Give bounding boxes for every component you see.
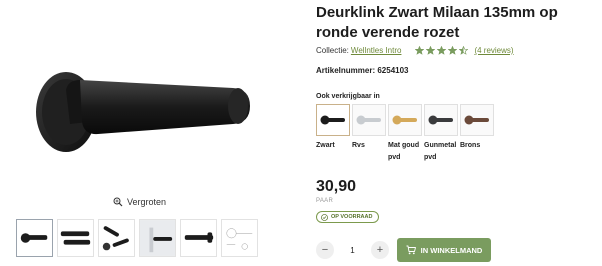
collection-link[interactable]: Wellntles Intro: [351, 46, 402, 55]
variant-gunmetal-pvd[interactable]: Gunmetal pvd: [424, 104, 458, 164]
collection-label: Collectie:: [316, 46, 349, 55]
add-to-cart-label: IN WINKELMAND: [420, 245, 483, 255]
thumbnail-5[interactable]: [180, 219, 217, 257]
handle-icon: [392, 115, 417, 125]
handle-icon: [320, 115, 345, 125]
variants-title: Ook verkrijgbaar in: [316, 93, 380, 100]
variant-label: Zwart: [316, 142, 335, 149]
star-icon-half: [459, 46, 469, 55]
add-to-cart-button[interactable]: IN WINKELMAND: [397, 238, 491, 262]
variant-swatch: [388, 104, 422, 136]
star-icon-full: [426, 46, 436, 55]
zoom-label: Vergroten: [127, 197, 167, 207]
variant-swatch: [460, 104, 494, 136]
zoom-button[interactable]: Vergroten: [113, 197, 166, 207]
stock-label: OP VOORRAAD: [331, 214, 373, 220]
handle-icon: [428, 115, 453, 125]
article-label: Artikelnummer:: [316, 66, 376, 75]
variant-swatch: [424, 104, 458, 136]
thumbnail-1[interactable]: [16, 219, 53, 257]
quantity-stepper: − +: [316, 238, 389, 262]
thumbnail-4[interactable]: [139, 219, 176, 257]
check-circle-icon: [321, 213, 328, 221]
price-unit: PAAR: [316, 198, 334, 204]
variant-label: Rvs: [352, 142, 365, 149]
star-icon-full: [415, 46, 425, 55]
article-number-row: Artikelnummer: 6254103: [316, 66, 409, 75]
variant-zwart[interactable]: Zwart: [316, 104, 350, 164]
variant-label: Gunmetal pvd: [424, 142, 457, 161]
handle-icon: [356, 115, 381, 125]
decrease-quantity-button[interactable]: −: [316, 241, 334, 259]
article-number: 6254103: [377, 66, 409, 75]
thumbnail-3[interactable]: [98, 219, 135, 257]
variant-list: Zwart Rvs Mat goud pvd Gunmetal pvd Brons: [316, 104, 494, 164]
star-icon-full: [437, 46, 447, 55]
variant-label: Mat goud pvd: [388, 142, 420, 161]
variant-swatch: [316, 104, 350, 136]
star-icon-full: [448, 46, 458, 55]
thumbnail-strip: [16, 219, 258, 257]
thumbnail-6[interactable]: [221, 219, 258, 257]
collection-row: Collectie: Wellntles Intro (4 reviews): [316, 46, 514, 55]
product-title: Deurklink Zwart Milaan 135mm op ronde ve…: [316, 4, 558, 41]
handle-icon: [464, 115, 489, 125]
cart-icon: [406, 245, 416, 255]
thumbnail-2[interactable]: [57, 219, 94, 257]
variant-swatch: [352, 104, 386, 136]
increase-quantity-button[interactable]: +: [371, 241, 389, 259]
magnifier-icon: [113, 197, 123, 207]
reviews-link[interactable]: (4 reviews): [474, 46, 513, 55]
quantity-input[interactable]: [343, 245, 362, 255]
variant-rvs[interactable]: Rvs: [352, 104, 386, 164]
rating-stars: [415, 46, 469, 55]
price: 30,90: [316, 178, 357, 195]
variant-label: Brons: [460, 142, 481, 149]
variant-brons[interactable]: Brons: [460, 104, 494, 164]
variant-mat-goud-pvd[interactable]: Mat goud pvd: [388, 104, 422, 164]
main-product-image[interactable]: [18, 22, 298, 192]
stock-badge: OP VOORRAAD: [316, 211, 380, 223]
